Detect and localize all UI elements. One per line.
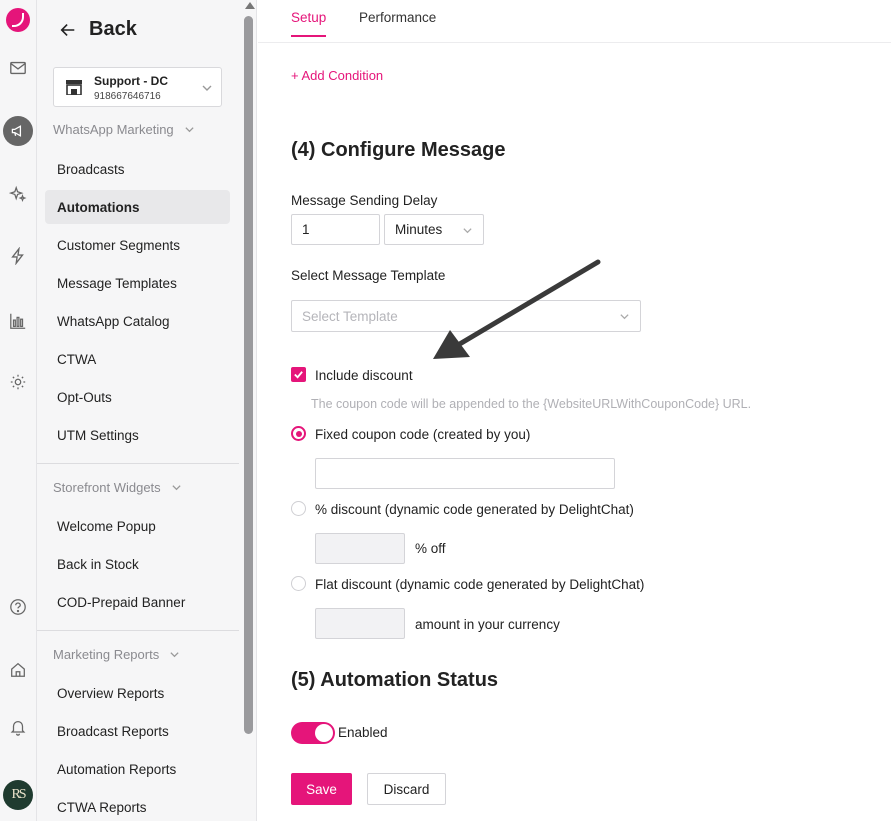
store-phone: 918667646716 xyxy=(94,91,161,102)
section-storefront-widgets[interactable]: Storefront Widgets xyxy=(53,480,182,495)
section-marketing-reports[interactable]: Marketing Reports xyxy=(53,647,180,662)
percent-suffix: % off xyxy=(415,541,446,556)
divider xyxy=(37,463,239,464)
section-title: Storefront Widgets xyxy=(53,480,161,495)
sidebar-item-broadcasts[interactable]: Broadcasts xyxy=(45,152,230,186)
amount-input[interactable] xyxy=(315,608,405,639)
main-content: Setup Performance + Add Condition (4) Co… xyxy=(258,0,891,821)
section-whatsapp-marketing[interactable]: WhatsApp Marketing xyxy=(53,122,195,137)
chevron-down-icon xyxy=(463,228,472,234)
settings-icon[interactable] xyxy=(8,372,28,392)
sidebar-item-utm-settings[interactable]: UTM Settings xyxy=(45,418,230,452)
configure-message-title: (4) Configure Message xyxy=(291,139,506,161)
sidebar-item-ctwa-reports[interactable]: CTWA Reports xyxy=(45,790,230,821)
amount-suffix: amount in your currency xyxy=(415,617,560,632)
delay-label: Message Sending Delay xyxy=(291,193,438,208)
chart-icon[interactable] xyxy=(8,311,28,331)
help-icon[interactable] xyxy=(8,597,28,617)
store-selector[interactable]: Support - DC 918667646716 xyxy=(53,67,222,107)
sidebar-item-whatsapp-catalog[interactable]: WhatsApp Catalog xyxy=(45,304,230,338)
save-button[interactable]: Save xyxy=(291,773,352,805)
status-toggle[interactable] xyxy=(291,722,335,744)
store-icon xyxy=(66,80,82,95)
bell-icon[interactable] xyxy=(8,717,28,737)
back-button[interactable]: Back xyxy=(59,18,137,41)
chevron-down-icon xyxy=(172,485,181,491)
automation-status-title: (5) Automation Status xyxy=(291,669,499,691)
coupon-hint: The coupon code will be appended to the … xyxy=(311,397,752,411)
home-icon[interactable] xyxy=(8,660,28,680)
fixed-coupon-radio[interactable] xyxy=(291,426,306,441)
percent-input[interactable] xyxy=(315,533,405,564)
sidebar-item-cod-prepaid-banner[interactable]: COD-Prepaid Banner xyxy=(45,585,230,619)
scroll-up-icon[interactable] xyxy=(245,2,255,9)
chevron-down-icon xyxy=(620,314,629,320)
percent-discount-radio[interactable] xyxy=(291,501,306,516)
delay-value-input[interactable]: 1 xyxy=(291,214,380,245)
discard-button[interactable]: Discard xyxy=(367,773,446,805)
section-title: Marketing Reports xyxy=(53,647,160,662)
add-condition-link[interactable]: + Add Condition xyxy=(291,68,383,83)
include-discount-checkbox[interactable] xyxy=(291,367,306,382)
status-label: Enabled xyxy=(338,725,388,740)
template-label: Select Message Template xyxy=(291,268,446,283)
icon-rail: RS xyxy=(0,0,37,821)
delay-value: 1 xyxy=(302,222,310,237)
sidebar: Back Support - DC 918667646716 WhatsApp … xyxy=(37,0,257,821)
fixed-coupon-label[interactable]: Fixed coupon code (created by you) xyxy=(315,427,530,442)
sidebar-item-back-in-stock[interactable]: Back in Stock xyxy=(45,547,230,581)
arrow-left-icon xyxy=(60,23,75,36)
sidebar-item-automations[interactable]: Automations xyxy=(45,190,230,224)
chevron-down-icon xyxy=(202,85,212,91)
sidebar-item-automation-reports[interactable]: Automation Reports xyxy=(45,752,230,786)
check-icon xyxy=(294,371,303,379)
sidebar-item-broadcast-reports[interactable]: Broadcast Reports xyxy=(45,714,230,748)
back-label: Back xyxy=(89,18,137,40)
avatar[interactable]: RS xyxy=(3,780,33,810)
include-discount-label[interactable]: Include discount xyxy=(315,368,413,383)
store-name: Support - DC xyxy=(94,74,168,88)
megaphone-icon[interactable] xyxy=(3,116,33,146)
sidebar-item-overview-reports[interactable]: Overview Reports xyxy=(45,676,230,710)
scrollbar-thumb[interactable] xyxy=(244,16,253,734)
sparkle-icon[interactable] xyxy=(8,184,28,204)
divider xyxy=(37,630,239,631)
sidebar-item-welcome-popup[interactable]: Welcome Popup xyxy=(45,509,230,543)
coupon-code-input[interactable] xyxy=(315,458,615,489)
sidebar-item-opt-outs[interactable]: Opt-Outs xyxy=(45,380,230,414)
percent-discount-label[interactable]: % discount (dynamic code generated by De… xyxy=(315,502,634,517)
sidebar-scrollbar[interactable] xyxy=(243,0,255,821)
chevron-down-icon xyxy=(170,652,179,658)
logo-icon[interactable] xyxy=(6,8,30,32)
lightning-icon[interactable] xyxy=(8,246,28,266)
sidebar-item-message-templates[interactable]: Message Templates xyxy=(45,266,230,300)
delay-unit-select[interactable]: Minutes xyxy=(384,214,484,245)
annotation-arrow-icon xyxy=(433,259,601,359)
flat-discount-radio[interactable] xyxy=(291,576,306,591)
tab-bar: Setup Performance xyxy=(258,0,891,43)
inbox-icon[interactable] xyxy=(8,58,28,78)
sidebar-item-customer-segments[interactable]: Customer Segments xyxy=(45,228,230,262)
chevron-down-icon xyxy=(185,127,194,133)
flat-discount-label[interactable]: Flat discount (dynamic code generated by… xyxy=(315,577,644,592)
section-title: WhatsApp Marketing xyxy=(53,122,174,137)
template-placeholder: Select Template xyxy=(302,308,398,324)
tab-setup[interactable]: Setup xyxy=(291,10,327,37)
delay-unit: Minutes xyxy=(395,222,443,237)
tab-performance[interactable]: Performance xyxy=(359,10,436,35)
sidebar-item-ctwa[interactable]: CTWA xyxy=(45,342,230,376)
